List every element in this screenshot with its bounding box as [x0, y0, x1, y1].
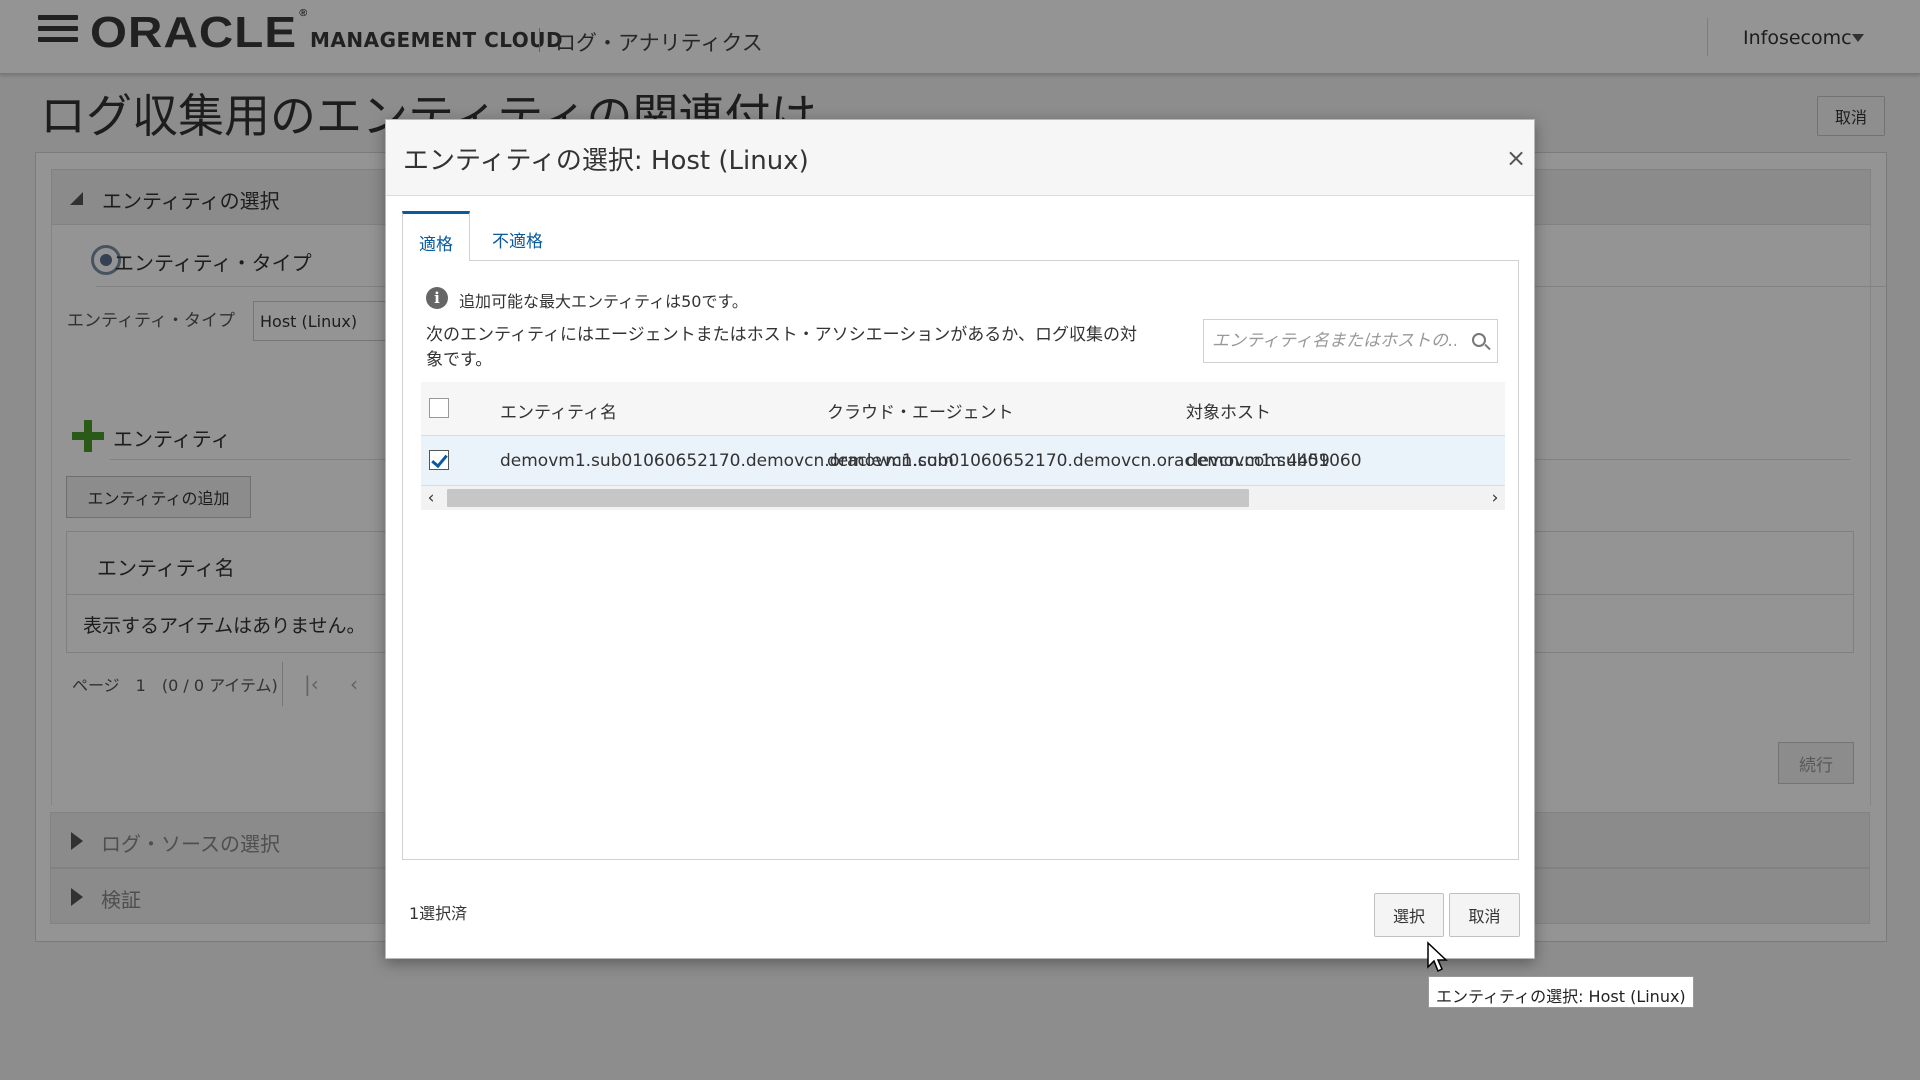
column-entity-name[interactable]: エンティティ名 [500, 398, 617, 423]
search-box [1203, 319, 1498, 363]
tooltip: エンティティの選択: Host (Linux) [1428, 976, 1694, 1008]
close-icon[interactable]: × [1501, 143, 1531, 173]
mouse-pointer-icon [1427, 941, 1448, 973]
select-all-checkbox[interactable] [429, 398, 449, 418]
scroll-right-icon[interactable]: › [1485, 488, 1505, 508]
scrollbar-thumb[interactable] [447, 489, 1249, 507]
dialog-header: エンティティの選択: Host (Linux) × [386, 120, 1534, 196]
dialog-title: エンティティの選択: Host (Linux) [403, 146, 809, 176]
grid-header: エンティティ名 クラウド・エージェント 対象ホスト [421, 382, 1505, 436]
selected-count: 1選択済 [409, 904, 468, 923]
row-checkbox[interactable] [429, 450, 449, 470]
search-icon[interactable] [1472, 333, 1486, 347]
cell-target-host: demovm1.sub01060 [1186, 451, 1362, 471]
select-entity-dialog: エンティティの選択: Host (Linux) × 適格 不適格 i 追加可能な… [385, 119, 1535, 959]
tab-ineligible[interactable]: 不適格 [476, 211, 559, 261]
description-text: 次のエンティティにはエージェントまたはホスト・アソシエーションがあるか、ログ収集… [426, 325, 1137, 370]
column-target-host[interactable]: 対象ホスト [1186, 398, 1271, 423]
tab-eligible[interactable]: 適格 [402, 211, 470, 261]
info-icon: i [426, 287, 448, 309]
scroll-left-icon[interactable]: ‹ [421, 488, 441, 508]
select-button[interactable]: 選択 [1374, 893, 1444, 937]
info-message: 追加可能な最大エンティティは50です。 [459, 292, 748, 311]
horizontal-scrollbar[interactable]: ‹ › [421, 486, 1505, 510]
cancel-button[interactable]: 取消 [1449, 893, 1520, 937]
table-row[interactable]: demovm1.sub01060652170.demovcn.oraclevcn… [421, 436, 1505, 486]
tab-content: i 追加可能な最大エンティティは50です。 次のエンティティにはエージェントまた… [402, 260, 1519, 860]
column-cloud-agent[interactable]: クラウド・エージェント [827, 398, 1014, 423]
entity-grid: エンティティ名 クラウド・エージェント 対象ホスト demovm1.sub010… [421, 382, 1505, 510]
search-input[interactable] [1204, 320, 1464, 362]
